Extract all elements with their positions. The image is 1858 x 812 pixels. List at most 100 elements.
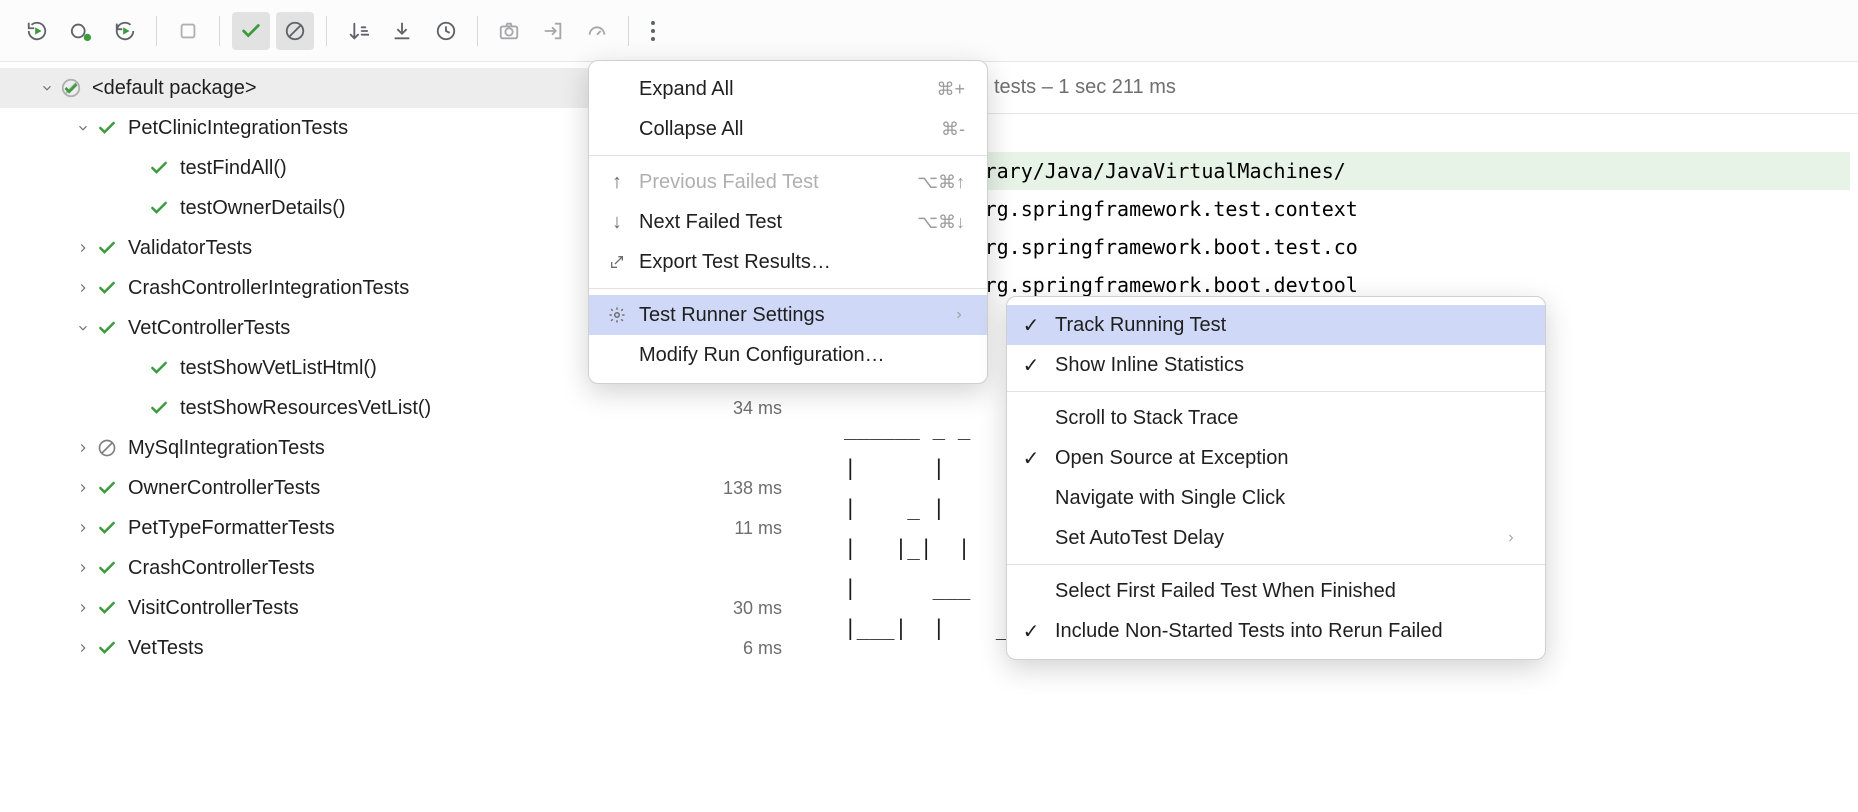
- tree-row[interactable]: VisitControllerTests30 ms: [0, 588, 808, 628]
- expander-icon[interactable]: [72, 481, 94, 495]
- menu-next-failed[interactable]: ↓Next Failed Test⌥⌘↓: [589, 202, 987, 242]
- expander-icon[interactable]: [72, 321, 94, 335]
- menu-separator: [589, 155, 987, 156]
- arrow-down-icon: ↓: [607, 211, 627, 234]
- test-toolbar: [0, 0, 1858, 62]
- tree-row[interactable]: VetTests6 ms: [0, 628, 808, 668]
- expander-icon[interactable]: [72, 521, 94, 535]
- rerun-failed-button[interactable]: [106, 12, 144, 50]
- menu-separator: [589, 288, 987, 289]
- tree-row[interactable]: OwnerControllerTests138 ms: [0, 468, 808, 508]
- tree-row-label: OwnerControllerTests: [128, 477, 723, 500]
- screenshot-button[interactable]: [490, 12, 528, 50]
- chevron-right-icon: [1505, 532, 1517, 544]
- stop-button[interactable]: [169, 12, 207, 50]
- arrow-up-icon: ↑: [607, 171, 627, 194]
- expander-icon[interactable]: [72, 121, 94, 135]
- gauge-icon: [586, 20, 608, 42]
- menu-collapse-all[interactable]: Collapse All⌘-: [589, 109, 987, 149]
- menu-separator: [1007, 391, 1545, 392]
- ignored-icon: [284, 20, 306, 42]
- more-options-button[interactable]: [641, 12, 665, 50]
- expander-icon[interactable]: [72, 441, 94, 455]
- stop-icon: [177, 20, 199, 42]
- test-runner-settings-submenu: ✓Track Running Test ✓Show Inline Statist…: [1006, 296, 1546, 660]
- menu-prev-failed[interactable]: ↑Previous Failed Test⌥⌘↑: [589, 162, 987, 202]
- menu-separator: [1007, 564, 1545, 565]
- pass-icon: [146, 155, 172, 181]
- check-icon: ✓: [1019, 446, 1043, 471]
- sort-button[interactable]: [339, 12, 377, 50]
- tree-row-label: VetTests: [128, 637, 743, 660]
- import-button[interactable]: [383, 12, 421, 50]
- toolbar-separator: [477, 16, 478, 46]
- submenu-inline-stats[interactable]: ✓Show Inline Statistics: [1007, 345, 1545, 385]
- show-ignored-toggle[interactable]: [276, 12, 314, 50]
- pass-icon: [94, 315, 120, 341]
- submenu-autotest-delay[interactable]: Set AutoTest Delay: [1007, 518, 1545, 558]
- tree-row-time: 34 ms: [733, 398, 782, 419]
- ignored-icon: [94, 435, 120, 461]
- expander-icon[interactable]: [72, 281, 94, 295]
- tree-row[interactable]: CrashControllerTests: [0, 548, 808, 588]
- expander-icon[interactable]: [72, 641, 94, 655]
- import-icon: [391, 20, 413, 42]
- submenu-track-running[interactable]: ✓Track Running Test: [1007, 305, 1545, 345]
- submenu-open-source[interactable]: ✓Open Source at Exception: [1007, 438, 1545, 478]
- expander-icon[interactable]: [72, 601, 94, 615]
- share-icon: [607, 254, 627, 270]
- expander-icon[interactable]: [72, 561, 94, 575]
- toolbar-separator: [628, 16, 629, 46]
- tree-row-label: MySqlIntegrationTests: [128, 437, 782, 460]
- rerun-dot-icon: [70, 20, 92, 42]
- history-button[interactable]: [427, 12, 465, 50]
- tree-row-time: 30 ms: [733, 598, 782, 619]
- pass-icon: [94, 275, 120, 301]
- chevron-down-icon[interactable]: [36, 81, 58, 95]
- tree-row-label: CrashControllerTests: [128, 557, 782, 580]
- tree-row[interactable]: MySqlIntegrationTests: [0, 428, 808, 468]
- toolbar-separator: [326, 16, 327, 46]
- rerun-icon: [26, 20, 48, 42]
- tree-row-time: 6 ms: [743, 638, 782, 659]
- export-button[interactable]: [534, 12, 572, 50]
- submenu-include-non-started[interactable]: ✓Include Non-Started Tests into Rerun Fa…: [1007, 611, 1545, 651]
- check-icon: ✓: [1019, 353, 1043, 378]
- check-icon: ✓: [1019, 313, 1043, 338]
- dashboard-button[interactable]: [578, 12, 616, 50]
- rerun-failed-icon: [114, 20, 136, 42]
- submenu-select-first-failed[interactable]: Select First Failed Test When Finished: [1007, 571, 1545, 611]
- vertical-dots-icon: [650, 19, 656, 43]
- sort-icon: [347, 20, 369, 42]
- pass-icon: [94, 115, 120, 141]
- submenu-scroll-stack[interactable]: Scroll to Stack Trace: [1007, 398, 1545, 438]
- exit-icon: [542, 20, 564, 42]
- menu-modify-run-config[interactable]: Modify Run Configuration…: [589, 335, 987, 375]
- tree-row-label: VisitControllerTests: [128, 597, 733, 620]
- tree-row[interactable]: PetTypeFormatterTests11 ms: [0, 508, 808, 548]
- chevron-right-icon: [953, 309, 965, 321]
- pass-icon: [94, 635, 120, 661]
- toolbar-separator: [156, 16, 157, 46]
- gear-icon: [607, 306, 627, 324]
- pass-icon: [94, 555, 120, 581]
- pass-icon: [94, 515, 120, 541]
- tree-row-time: 138 ms: [723, 478, 782, 499]
- submenu-nav-single[interactable]: Navigate with Single Click: [1007, 478, 1545, 518]
- pass-icon: [146, 355, 172, 381]
- pass-badge-icon: [58, 75, 84, 101]
- tree-row-label: PetTypeFormatterTests: [128, 517, 734, 540]
- menu-export-results[interactable]: Export Test Results…: [589, 242, 987, 282]
- toolbar-separator: [219, 16, 220, 46]
- expander-icon[interactable]: [72, 241, 94, 255]
- pass-icon: [146, 395, 172, 421]
- rerun-button[interactable]: [18, 12, 56, 50]
- pass-icon: [94, 235, 120, 261]
- rerun-dot-button[interactable]: [62, 12, 100, 50]
- show-passed-toggle[interactable]: [232, 12, 270, 50]
- tree-row[interactable]: testShowResourcesVetList()34 ms: [0, 388, 808, 428]
- menu-test-runner-settings[interactable]: Test Runner Settings: [589, 295, 987, 335]
- pass-icon: [94, 475, 120, 501]
- menu-expand-all[interactable]: Expand All⌘+: [589, 69, 987, 109]
- check-icon: [240, 20, 262, 42]
